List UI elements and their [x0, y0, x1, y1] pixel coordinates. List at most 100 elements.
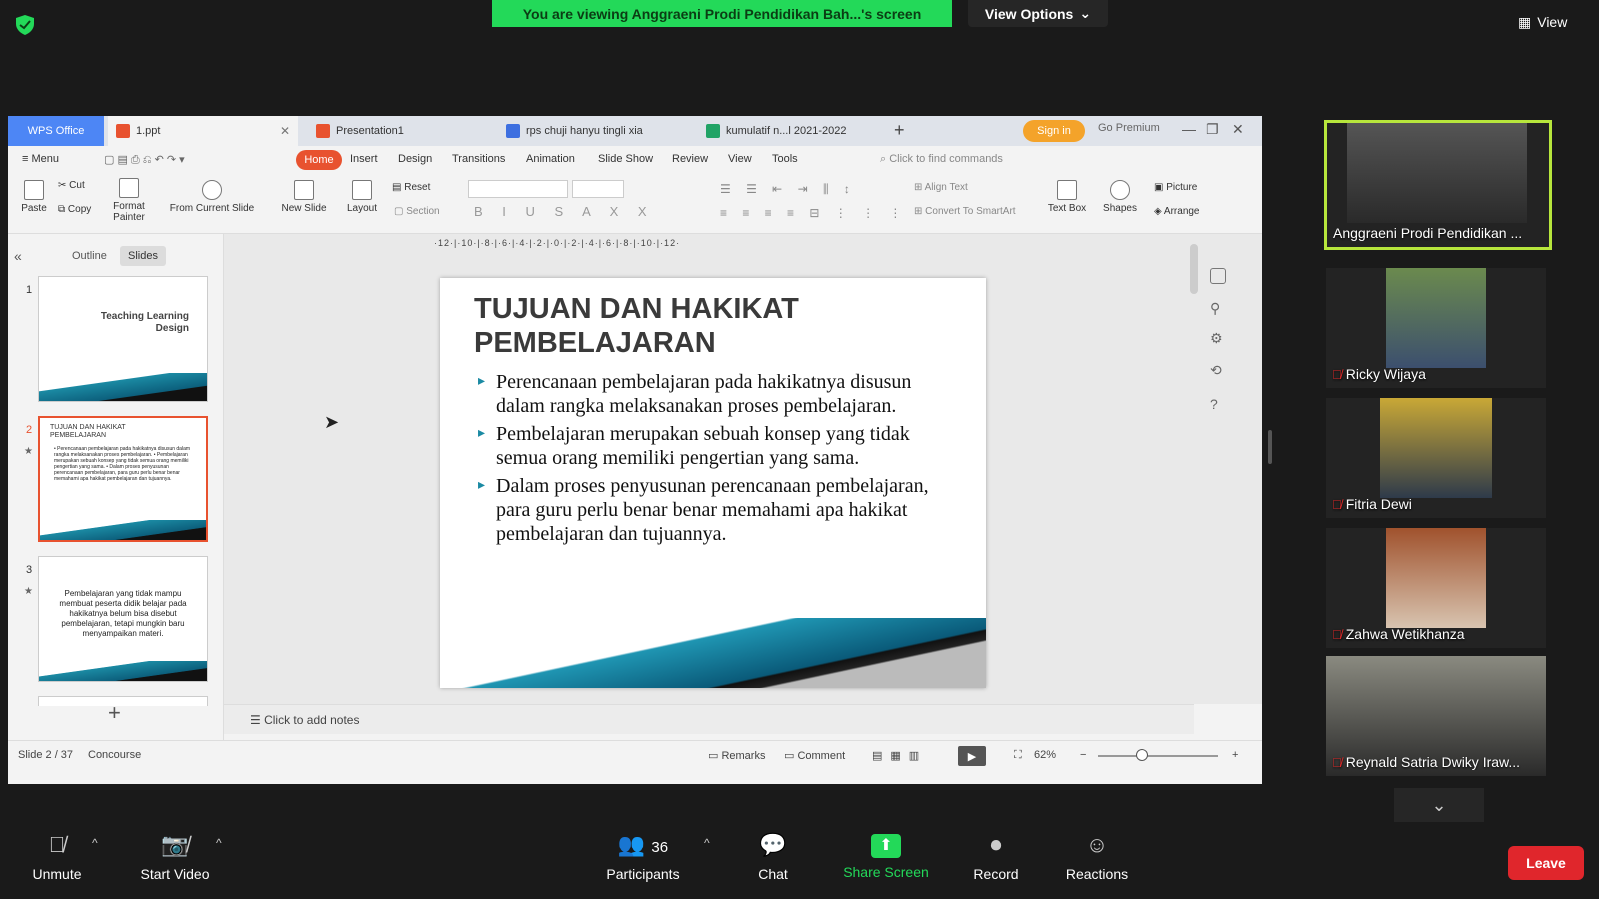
slide-thumbnail-3[interactable]: Pembelajaran yang tidak mampu membuat pe…	[38, 556, 208, 682]
collapse-panel-icon[interactable]: «	[14, 248, 22, 264]
comment-button[interactable]: ▭ Comment	[784, 749, 845, 762]
zoom-in-icon[interactable]: +	[1232, 749, 1238, 761]
command-search-input[interactable]: ⌕ Click to find commands	[880, 153, 1003, 166]
slide-thumbnail-1[interactable]: Teaching Learning Design	[38, 276, 208, 402]
zoom-level[interactable]: 62%	[1034, 749, 1056, 761]
font-style-buttons[interactable]: B I U S A X X	[474, 204, 655, 219]
add-slide-icon[interactable]: +	[108, 700, 121, 726]
slide-editing-area[interactable]: ·12·|·10·|·8·|·6·|·4·|·2·|·0·|·2·|·4·|·6…	[224, 234, 1262, 704]
new-slide-button[interactable]: New Slide	[276, 180, 332, 214]
sign-in-button[interactable]: Sign in	[1023, 120, 1085, 142]
view-mode-buttons[interactable]: ▤▦▥	[872, 749, 927, 762]
tab-1-ppt[interactable]: 1.ppt ✕	[108, 116, 298, 146]
zoom-slider-knob[interactable]	[1136, 749, 1148, 761]
unmute-button[interactable]: 🎙̸ Unmute	[24, 830, 90, 882]
tab-animation[interactable]: Animation	[526, 153, 575, 165]
main-menu-button[interactable]: ≡ Menu	[22, 153, 59, 165]
arrange-button[interactable]: ◈ Arrange	[1154, 206, 1200, 217]
audio-options-caret[interactable]: ^	[92, 836, 98, 850]
play-slideshow-button[interactable]: ▶	[958, 746, 986, 766]
reactions-button[interactable]: ☺ Reactions	[1062, 830, 1132, 882]
settings-sliders-icon[interactable]: ⚙	[1210, 330, 1223, 347]
tab-view[interactable]: View	[728, 153, 752, 165]
notes-pane[interactable]: ☰ Click to add notes	[224, 704, 1194, 734]
format-pane-icon[interactable]	[1210, 268, 1226, 284]
reset-button[interactable]: ▤ Reset	[392, 182, 430, 193]
format-painter-button[interactable]: Format Painter	[108, 178, 150, 223]
alignment-buttons[interactable]: ≡ ≡ ≡ ≡ ⊟ ⋮ ⋮ ⋮	[720, 206, 907, 220]
tab-slides[interactable]: Slides	[120, 246, 166, 266]
current-slide[interactable]: TUJUAN DAN HAKIKAT PEMBELAJARAN Perencan…	[440, 278, 986, 688]
security-shield-icon[interactable]	[14, 14, 36, 36]
section-button[interactable]: ▢ Section	[394, 206, 440, 217]
video-options-caret[interactable]: ^	[216, 836, 222, 850]
go-premium-link[interactable]: Go Premium	[1098, 122, 1160, 134]
tab-transitions[interactable]: Transitions	[452, 153, 505, 165]
minimize-icon[interactable]: —	[1182, 121, 1196, 137]
paragraph-buttons[interactable]: ☰ ☰ ⇤ ⇥ ⫼ ↕	[720, 182, 856, 197]
participants-button[interactable]: 👥 36 Participants	[598, 830, 688, 882]
tab-rps-document[interactable]: rps chuji hanyu tingli xia	[498, 116, 688, 146]
theme-name[interactable]: Concourse	[88, 749, 141, 761]
participant-tile-speaker[interactable]: Anggraeni Prodi Pendidikan ...	[1324, 120, 1552, 250]
tab-wps-office[interactable]: WPS Office	[8, 116, 104, 146]
pin-icon[interactable]: ⚲	[1210, 300, 1220, 317]
fit-window-icon[interactable]: ⛶	[1014, 749, 1022, 762]
participant-tile[interactable]: 🎙̸ Zahwa Wetikhanza	[1326, 528, 1546, 648]
zoom-slider[interactable]	[1098, 755, 1218, 757]
tab-presentation1[interactable]: Presentation1	[308, 116, 490, 146]
participant-tile[interactable]: 🎙̸ Reynald Satria Dwiky Iraw...	[1326, 656, 1546, 776]
help-icon[interactable]: ?	[1210, 396, 1218, 412]
slide-thumbnail-2[interactable]: TUJUAN DAN HAKIKAT PEMBELAJARAN • Perenc…	[38, 416, 208, 542]
slide-bullet-list[interactable]: Perencanaan pembelajaran pada hakikatnya…	[478, 370, 948, 550]
restore-icon[interactable]: ❐	[1206, 121, 1219, 138]
start-video-button[interactable]: 📷̸ Start Video	[130, 830, 220, 882]
slide-thumbnail-panel: « Outline Slides 1 Teaching Learning Des…	[8, 234, 224, 756]
font-name-select[interactable]	[468, 180, 568, 198]
new-tab-icon[interactable]: +	[894, 120, 905, 141]
slide-thumbnail-4[interactable]	[38, 696, 208, 706]
menu-bar: ≡ Menu ▢ ▤ ⎙ ⎌ ↶ ↷ ▾ Home Insert Design …	[8, 146, 1262, 174]
remarks-button[interactable]: ▭ Remarks	[708, 749, 765, 762]
gallery-view-button[interactable]: ▦ View	[1518, 10, 1567, 34]
view-options-button[interactable]: View Options ⌄	[968, 0, 1108, 27]
copy-button[interactable]: ⧉ Copy	[58, 204, 91, 215]
layout-button[interactable]: Layout	[340, 180, 384, 214]
participant-video	[1380, 398, 1492, 498]
record-button[interactable]: ⏺ Record	[968, 830, 1024, 882]
tab-tools[interactable]: Tools	[772, 153, 798, 165]
shapes-button[interactable]: Shapes	[1098, 180, 1142, 214]
picture-button[interactable]: ▣ Picture	[1154, 182, 1197, 193]
tab-insert[interactable]: Insert	[350, 153, 378, 165]
tab-outline[interactable]: Outline	[72, 250, 107, 262]
close-window-icon[interactable]: ✕	[1232, 121, 1244, 138]
zoom-out-icon[interactable]: −	[1080, 749, 1086, 761]
participant-tile[interactable]: 🎙̸ Ricky Wijaya	[1326, 268, 1546, 388]
tab-design[interactable]: Design	[398, 153, 432, 165]
history-icon[interactable]: ⟲	[1210, 362, 1222, 379]
tab-home[interactable]: Home	[296, 150, 342, 170]
align-text-button[interactable]: ⊞ Align Text	[914, 182, 968, 193]
tab-label: rps chuji hanyu tingli xia	[526, 125, 643, 137]
participant-tile[interactable]: 🎙̸ Fitria Dewi	[1326, 398, 1546, 518]
leave-button[interactable]: Leave	[1508, 846, 1584, 880]
cut-button[interactable]: ✂ Cut	[58, 180, 85, 191]
convert-smartart-button[interactable]: ⊞ Convert To SmartArt	[914, 206, 1016, 217]
chat-button[interactable]: 💬 Chat	[748, 830, 798, 882]
splitter-handle[interactable]	[1268, 430, 1272, 464]
participants-options-caret[interactable]: ^	[704, 836, 710, 850]
text-box-button[interactable]: Text Box	[1044, 180, 1090, 214]
from-current-slide-button[interactable]: From Current Slide	[162, 180, 262, 214]
paste-button[interactable]: Paste	[18, 180, 50, 214]
tab-review[interactable]: Review	[672, 153, 708, 165]
slide-title[interactable]: TUJUAN DAN HAKIKAT PEMBELAJARAN	[474, 292, 954, 360]
vertical-scrollbar[interactable]	[1190, 244, 1198, 294]
shapes-icon	[1110, 180, 1130, 200]
tab-kumulatif-spreadsheet[interactable]: kumulatif n...l 2021-2022	[698, 116, 858, 146]
font-size-select[interactable]	[572, 180, 624, 198]
quick-access-icons[interactable]: ▢ ▤ ⎙ ⎌ ↶ ↷ ▾	[104, 153, 185, 167]
tab-slide-show[interactable]: Slide Show	[598, 153, 653, 165]
close-icon[interactable]: ✕	[280, 124, 290, 138]
share-screen-button[interactable]: ⬆ Share Screen	[838, 830, 934, 880]
scroll-gallery-down-icon[interactable]: ⌄	[1394, 788, 1484, 822]
